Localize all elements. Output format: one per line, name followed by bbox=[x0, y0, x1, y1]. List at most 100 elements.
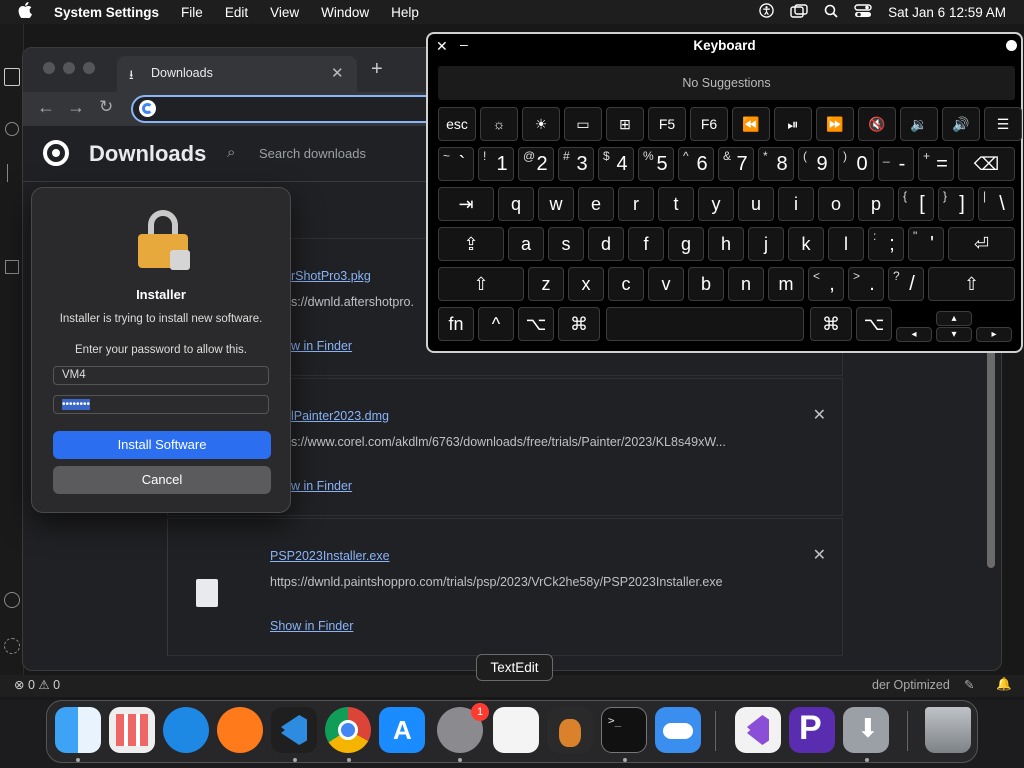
window-minimize-button[interactable] bbox=[63, 62, 75, 74]
search-icon[interactable] bbox=[5, 122, 19, 136]
reload-icon[interactable]: ↻ bbox=[99, 97, 113, 117]
menu-help[interactable]: Help bbox=[380, 5, 430, 20]
left-shift-icon[interactable]: ⇧ bbox=[438, 267, 524, 301]
play-pause-icon[interactable]: ⏯ bbox=[774, 107, 812, 141]
key-r[interactable]: r bbox=[618, 187, 654, 221]
key-g[interactable]: g bbox=[668, 227, 704, 261]
key-i[interactable]: i bbox=[778, 187, 814, 221]
spotlight-search-icon[interactable] bbox=[824, 4, 838, 21]
f6-key[interactable]: F6 bbox=[690, 107, 728, 141]
key-0[interactable]: ) 0 bbox=[838, 147, 874, 181]
key-e[interactable]: e bbox=[578, 187, 614, 221]
cancel-button[interactable]: Cancel bbox=[53, 466, 271, 494]
launchpad-icon[interactable] bbox=[109, 707, 155, 753]
key-k[interactable]: k bbox=[788, 227, 824, 261]
key-bracket[interactable]: | \ bbox=[978, 187, 1014, 221]
key-punct[interactable]: >. bbox=[848, 267, 884, 301]
key-=[interactable]: + = bbox=[918, 147, 954, 181]
firefox-icon[interactable] bbox=[217, 707, 263, 753]
key-punct[interactable]: :; bbox=[868, 227, 904, 261]
options-icon[interactable] bbox=[1006, 40, 1017, 51]
brightness-up-icon[interactable]: ☀ bbox=[522, 107, 560, 141]
key-l[interactable]: l bbox=[828, 227, 864, 261]
key-o[interactable]: o bbox=[818, 187, 854, 221]
key-n[interactable]: n bbox=[728, 267, 764, 301]
terminal-icon[interactable]: >_ bbox=[601, 707, 647, 753]
key-3[interactable]: #3 bbox=[558, 147, 594, 181]
key-a[interactable]: a bbox=[508, 227, 544, 261]
key-j[interactable]: j bbox=[748, 227, 784, 261]
back-arrow-icon[interactable]: ← bbox=[37, 97, 55, 118]
remove-download-icon[interactable]: ✕ bbox=[813, 545, 826, 565]
menu-app-name[interactable]: System Settings bbox=[43, 5, 170, 20]
key-punct[interactable]: " ' bbox=[908, 227, 944, 261]
esc-key[interactable]: esc bbox=[438, 107, 476, 141]
window-close-button[interactable] bbox=[43, 62, 55, 74]
accessibility-icon[interactable] bbox=[759, 3, 774, 21]
volume-up-icon[interactable]: 🔊 bbox=[942, 107, 980, 141]
username-field[interactable]: VM4 bbox=[53, 366, 269, 385]
key-p[interactable]: p bbox=[858, 187, 894, 221]
chrome-icon[interactable] bbox=[325, 707, 371, 753]
paintshop-icon[interactable]: P bbox=[789, 707, 835, 753]
menu-edit[interactable]: Edit bbox=[214, 5, 259, 20]
tab-downloads[interactable]: ⭳ Downloads ✕ bbox=[117, 56, 357, 92]
safari-icon[interactable] bbox=[163, 707, 209, 753]
key-y[interactable]: y bbox=[698, 187, 734, 221]
key-b[interactable]: b bbox=[688, 267, 724, 301]
download-filename[interactable]: PSP2023Installer.exe bbox=[270, 549, 390, 563]
key-q[interactable]: q bbox=[498, 187, 534, 221]
apple-icon[interactable] bbox=[0, 2, 43, 22]
mute-icon[interactable]: 🔇 bbox=[858, 107, 896, 141]
finder-icon[interactable] bbox=[55, 707, 101, 753]
downloads-folder-icon[interactable]: ⬇ bbox=[843, 707, 889, 753]
show-in-finder-link[interactable]: ow in Finder bbox=[284, 339, 352, 353]
key-u[interactable]: u bbox=[738, 187, 774, 221]
left-arrow-icon[interactable]: ◂ bbox=[896, 327, 932, 342]
space-bar[interactable] bbox=[606, 307, 804, 341]
key--[interactable]: _ - bbox=[878, 147, 914, 181]
delete-icon[interactable]: ⌫ bbox=[958, 147, 1015, 181]
left-option-key[interactable]: ⌥ bbox=[518, 307, 554, 341]
key-c[interactable]: c bbox=[608, 267, 644, 301]
launchpad-key-icon[interactable]: ⊞ bbox=[606, 107, 644, 141]
key-8[interactable]: * 8 bbox=[758, 147, 794, 181]
window-mirror-icon[interactable] bbox=[790, 3, 808, 21]
download-filename[interactable]: elPainter2023.dmg bbox=[284, 409, 389, 423]
garageband-icon[interactable] bbox=[547, 707, 593, 753]
key-m[interactable]: m bbox=[768, 267, 804, 301]
account-icon[interactable] bbox=[4, 592, 20, 608]
textedit-icon[interactable] bbox=[493, 707, 539, 753]
return-icon[interactable]: ⏎ bbox=[948, 227, 1015, 261]
menubar-clock[interactable]: Sat Jan 6 12:59 AM bbox=[888, 5, 1006, 20]
weather-icon[interactable] bbox=[655, 707, 701, 753]
key-punct[interactable]: ? / bbox=[888, 267, 924, 301]
settings-gear-icon[interactable] bbox=[4, 638, 20, 654]
key-2[interactable]: @2 bbox=[518, 147, 554, 181]
f5-key[interactable]: F5 bbox=[648, 107, 686, 141]
brightness-down-icon[interactable]: ☼ bbox=[480, 107, 518, 141]
key-punct[interactable]: <, bbox=[808, 267, 844, 301]
tab-close-icon[interactable]: ✕ bbox=[331, 64, 344, 82]
key-`[interactable]: ~ ` bbox=[438, 147, 474, 181]
key-x[interactable]: x bbox=[568, 267, 604, 301]
caps-lock-icon[interactable]: ⇪ bbox=[438, 227, 504, 261]
feedback-icon[interactable]: ✎ bbox=[964, 677, 974, 692]
right-shift-icon[interactable]: ⇧ bbox=[928, 267, 1015, 301]
menu-window[interactable]: Window bbox=[310, 5, 380, 20]
key-s[interactable]: s bbox=[548, 227, 584, 261]
key-9[interactable]: (9 bbox=[798, 147, 834, 181]
right-option-key[interactable]: ⌥ bbox=[856, 307, 892, 341]
new-tab-button[interactable]: + bbox=[371, 58, 383, 81]
key-7[interactable]: & 7 bbox=[718, 147, 754, 181]
key-1[interactable]: ! 1 bbox=[478, 147, 514, 181]
key-4[interactable]: $4 bbox=[598, 147, 634, 181]
control-key[interactable]: ^ bbox=[478, 307, 514, 341]
key-f[interactable]: f bbox=[628, 227, 664, 261]
key-w[interactable]: w bbox=[538, 187, 574, 221]
tab-icon[interactable]: ⇥ bbox=[438, 187, 494, 221]
extensions-icon[interactable] bbox=[5, 260, 19, 274]
search-downloads-input[interactable]: Search downloads bbox=[259, 146, 366, 161]
forward-arrow-icon[interactable]: → bbox=[67, 97, 85, 118]
source-control-icon[interactable] bbox=[7, 164, 17, 182]
